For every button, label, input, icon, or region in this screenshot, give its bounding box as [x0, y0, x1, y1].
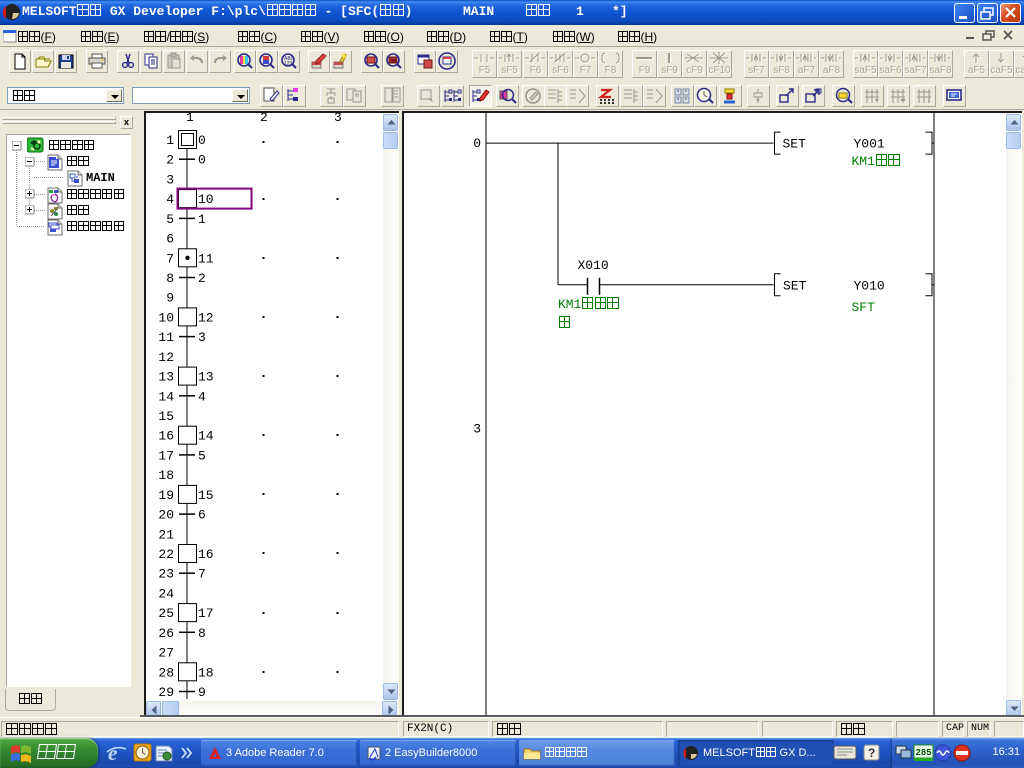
svg-text:9: 9 [198, 685, 206, 700]
svg-text:29: 29 [158, 685, 174, 700]
svg-text:15: 15 [198, 488, 214, 503]
svg-text:10: 10 [198, 192, 214, 207]
svg-text:11: 11 [198, 251, 214, 266]
svg-text:16: 16 [198, 547, 214, 562]
svg-text:SET: SET [782, 136, 806, 151]
svg-text:21: 21 [158, 527, 174, 542]
svg-text:18: 18 [158, 468, 174, 483]
svg-text:26: 26 [158, 626, 174, 641]
svg-text:3: 3 [473, 421, 481, 436]
svg-text:15: 15 [158, 409, 174, 424]
svg-text:13: 13 [198, 370, 214, 385]
svg-text:6: 6 [198, 508, 206, 523]
svg-text:8: 8 [166, 271, 174, 286]
svg-text:5: 5 [198, 448, 206, 463]
svg-text:SET: SET [783, 278, 807, 293]
svg-text:28: 28 [158, 665, 174, 680]
svg-text:2: 2 [198, 271, 206, 286]
svg-text:27: 27 [158, 646, 174, 661]
svg-text:17: 17 [158, 448, 174, 463]
svg-text:3: 3 [166, 172, 174, 187]
svg-text:9: 9 [166, 291, 174, 306]
svg-text:6: 6 [166, 232, 174, 247]
svg-text:4: 4 [166, 192, 174, 207]
svg-text:e: e [108, 741, 117, 765]
svg-text:14: 14 [158, 389, 174, 404]
svg-text:18: 18 [198, 665, 214, 680]
svg-text:16: 16 [158, 429, 174, 444]
svg-text:7: 7 [198, 567, 206, 582]
svg-text:11: 11 [158, 330, 174, 345]
svg-text:Y010: Y010 [853, 278, 884, 293]
svg-text:2: 2 [166, 153, 174, 168]
svg-text:Y001: Y001 [853, 136, 884, 151]
svg-text:0: 0 [198, 153, 206, 168]
svg-text:0: 0 [473, 136, 481, 151]
svg-text:1: 1 [186, 111, 194, 125]
svg-text:14: 14 [198, 429, 214, 444]
svg-text:5: 5 [166, 212, 174, 227]
svg-text:2: 2 [260, 111, 268, 125]
svg-text:17: 17 [198, 606, 214, 621]
svg-text:19: 19 [158, 488, 174, 503]
svg-text:0: 0 [198, 133, 206, 148]
svg-text:12: 12 [158, 350, 174, 365]
svg-text:1: 1 [198, 212, 206, 227]
svg-text:3: 3 [334, 111, 342, 125]
svg-text:13: 13 [158, 370, 174, 385]
svg-text:3: 3 [198, 330, 206, 345]
svg-text:4: 4 [198, 389, 206, 404]
svg-text:22: 22 [158, 547, 174, 562]
svg-text:23: 23 [158, 567, 174, 582]
svg-text:7: 7 [166, 251, 174, 266]
svg-text:?: ? [868, 746, 875, 760]
svg-text:25: 25 [158, 606, 174, 621]
svg-text:10: 10 [158, 310, 174, 325]
svg-text:8: 8 [198, 626, 206, 641]
svg-text:24: 24 [158, 586, 174, 601]
svg-text:X010: X010 [577, 258, 608, 273]
svg-text:20: 20 [158, 508, 174, 523]
svg-text:12: 12 [198, 310, 214, 325]
svg-text:285: 285 [916, 748, 932, 758]
svg-text:1: 1 [166, 133, 174, 148]
